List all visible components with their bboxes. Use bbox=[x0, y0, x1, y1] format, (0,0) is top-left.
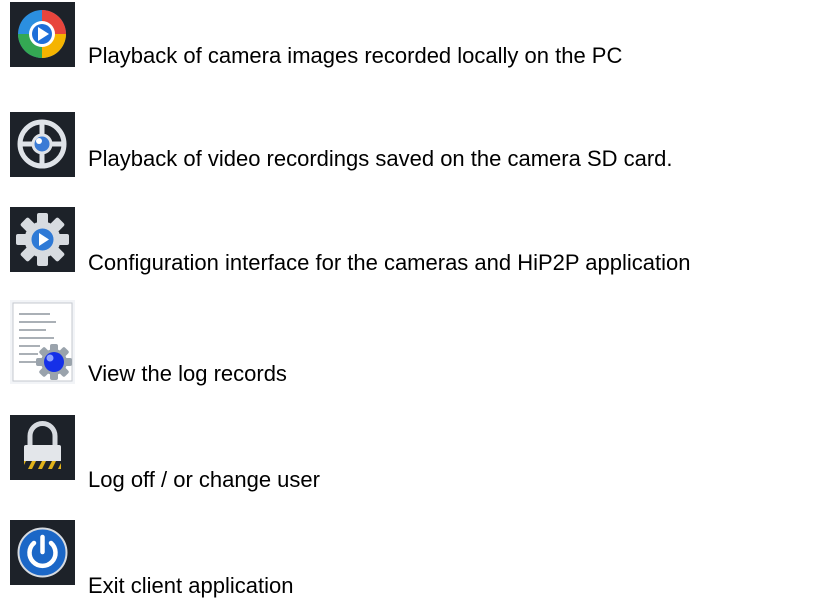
pc-playback-icon bbox=[10, 2, 75, 67]
item-label: Playback of camera images recorded local… bbox=[88, 43, 623, 68]
sd-card-playback-icon bbox=[10, 112, 75, 177]
lock-icon bbox=[10, 415, 75, 480]
item-label: Log off / or change user bbox=[88, 467, 320, 492]
log-records-icon bbox=[10, 300, 75, 384]
power-icon bbox=[10, 520, 75, 585]
item-label: Playback of video recordings saved on th… bbox=[88, 146, 673, 171]
settings-gear-icon bbox=[10, 207, 75, 272]
item-label: Configuration interface for the cameras … bbox=[88, 250, 691, 275]
item-label: View the log records bbox=[88, 361, 287, 386]
item-label: Exit client application bbox=[88, 573, 294, 598]
